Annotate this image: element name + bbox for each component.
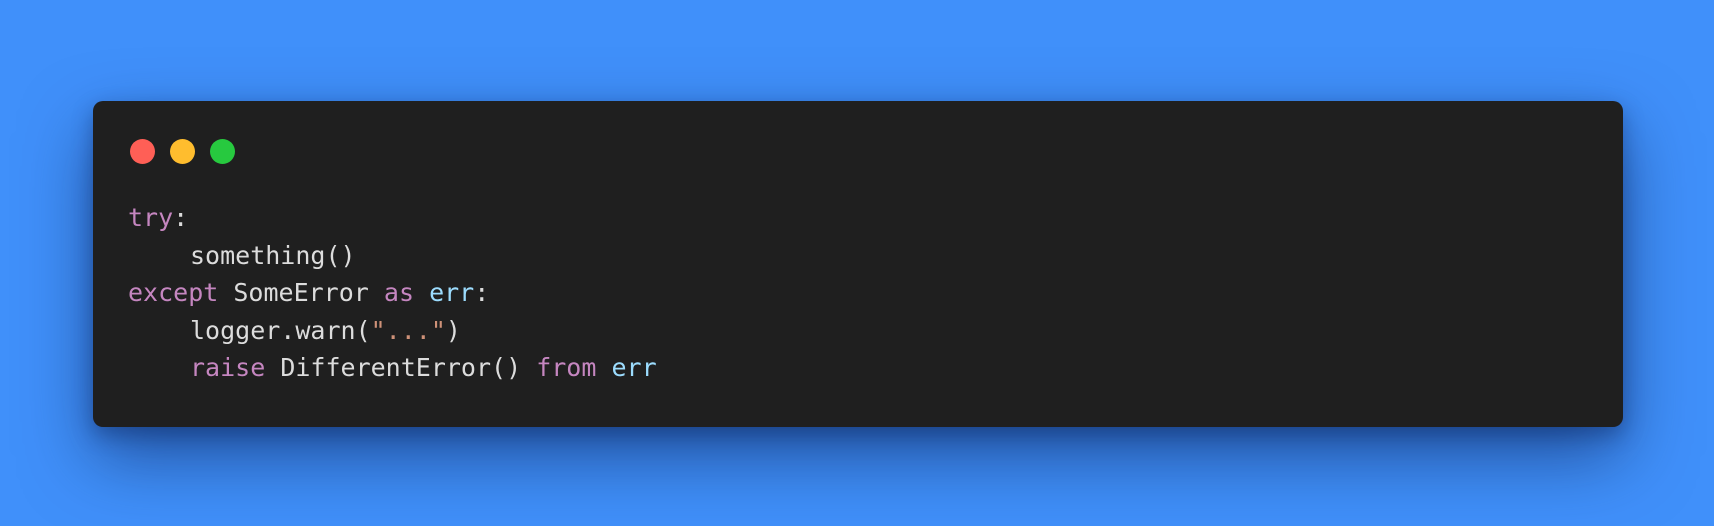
maximize-dot-icon[interactable] (210, 139, 235, 164)
code-token-text: : (173, 203, 189, 232)
code-token-text: ) (445, 315, 461, 345)
code-token-keyword: from (536, 353, 597, 382)
code-token-variable: err (429, 278, 475, 307)
code-line: try: (128, 199, 657, 237)
minimize-dot-icon[interactable] (170, 139, 195, 164)
code-line: something() (128, 237, 657, 275)
close-dot-icon[interactable] (130, 139, 155, 164)
code-token-keyword: except (128, 278, 219, 307)
code-token-keyword: raise (190, 353, 266, 382)
code-line: except SomeError as err: (128, 274, 657, 312)
code-window: try: something() except SomeError as err: l… (93, 101, 1623, 427)
code-line: raise DifferentError() from err (128, 349, 657, 387)
code-token-text: SomeError (218, 278, 384, 307)
code-token-variable: err (611, 353, 657, 382)
code-block: try: something() except SomeError as err: l… (128, 199, 657, 387)
code-token-text: something() (190, 240, 356, 270)
code-token-text: logger.warn( (190, 315, 371, 345)
window-controls (130, 139, 235, 164)
code-token-keyword: as (383, 278, 414, 307)
code-token-keyword: try (128, 203, 174, 232)
code-line: logger.warn("...") (128, 312, 657, 350)
code-token-text: DifferentError() (265, 353, 537, 382)
code-token-string: "..." (370, 315, 446, 345)
code-token-text: : (474, 278, 490, 307)
